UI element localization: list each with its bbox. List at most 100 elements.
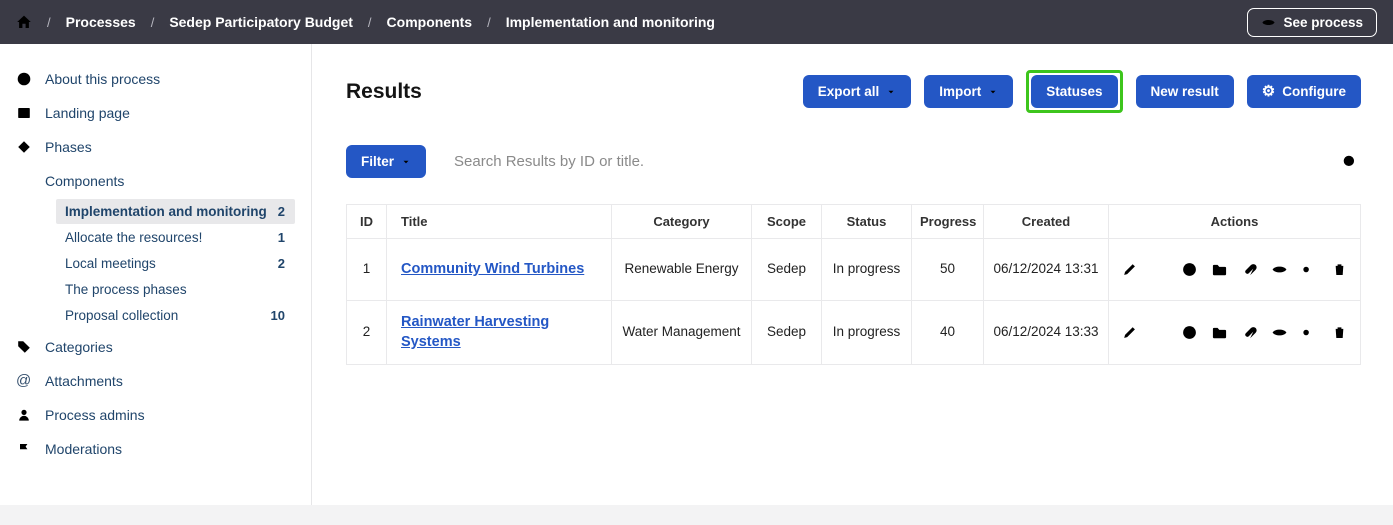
column-header-scope: Scope [752,205,822,239]
permissions-button[interactable] [1301,261,1318,278]
cell-created: 06/12/2024 13:33 [984,301,1109,365]
export-all-label: Export all [818,84,880,99]
folder-button[interactable] [1211,324,1228,341]
add-button[interactable] [1151,324,1168,341]
folder-icon [1211,261,1228,278]
breadcrumb-separator: / [151,15,155,30]
attachments-button[interactable] [1241,324,1258,341]
cell-id: 1 [347,239,387,301]
sidebar-item-label: Process admins [45,407,145,423]
chevron-down-icon [886,87,896,97]
preview-button[interactable] [1271,261,1288,278]
phases-icon [16,139,32,155]
breadcrumb-separator: / [368,15,372,30]
see-process-label: See process [1283,15,1363,30]
table-row: 2 Rainwater Harvesting Systems Water Man… [347,301,1361,365]
plus-icon [1151,261,1168,278]
trash-icon [1331,324,1348,341]
sidebar-subitem-the-process-phases[interactable]: The process phases [56,277,295,302]
cell-status: In progress [822,301,912,365]
edit-button[interactable] [1121,324,1138,341]
info-icon [16,71,32,87]
pencil-icon [1121,261,1138,278]
breadcrumb-item-processes[interactable]: Processes [66,14,136,30]
sidebar-subitem-label: Implementation and monitoring [65,204,267,219]
components-icon [16,173,32,189]
filter-button[interactable]: Filter [346,145,426,178]
cell-id: 2 [347,301,387,365]
cell-created: 06/12/2024 13:31 [984,239,1109,301]
column-header-actions: Actions [1109,205,1361,239]
delete-button[interactable] [1331,324,1348,341]
eye-icon [1271,324,1288,341]
result-title-link[interactable]: Rainwater Harvesting Systems [401,314,549,350]
sidebar-subitem-local-meetings[interactable]: Local meetings 2 [56,251,295,276]
new-result-button[interactable]: New result [1136,75,1234,108]
clock-icon [1181,324,1198,341]
main-content: Results Export all Import Statuses New r… [312,44,1393,505]
sidebar-subitem-proposal-collection[interactable]: Proposal collection 10 [56,303,295,328]
home-icon [16,14,32,30]
sidebar-item-attachments[interactable]: @ Attachments [0,364,311,398]
breadcrumb-item-components[interactable]: Components [387,14,473,30]
sidebar-subitem-implementation-and-monitoring[interactable]: Implementation and monitoring 2 [56,199,295,224]
import-button[interactable]: Import [924,75,1013,108]
breadcrumb: / Processes / Sedep Participatory Budget… [16,14,715,30]
key-icon [1301,261,1318,278]
new-result-label: New result [1151,84,1219,99]
configure-button[interactable]: ⚙ Configure [1247,75,1361,108]
sidebar-item-about[interactable]: About this process [0,62,311,96]
paperclip-icon [1241,261,1258,278]
results-table: ID Title Category Scope Status Progress … [346,204,1361,365]
grid-icon [16,105,32,121]
breadcrumb-item-process[interactable]: Sedep Participatory Budget [169,14,353,30]
folder-button[interactable] [1211,261,1228,278]
breadcrumb-item-current[interactable]: Implementation and monitoring [506,14,715,30]
sidebar-item-components[interactable]: Components [0,164,311,198]
sidebar-subitem-label: Local meetings [65,256,156,271]
sidebar-item-categories[interactable]: Categories [0,330,311,364]
sidebar-item-process-admins[interactable]: Process admins [0,398,311,432]
column-header-title: Title [387,205,612,239]
row-actions [1117,324,1352,341]
add-button[interactable] [1151,261,1168,278]
sidebar-subitem-allocate-the-resources[interactable]: Allocate the resources! 1 [56,225,295,250]
breadcrumb-home-link[interactable] [16,14,32,30]
sidebar-item-label: Moderations [45,441,122,457]
statuses-button[interactable]: Statuses [1031,75,1117,108]
count-badge: 10 [271,308,285,323]
see-process-button[interactable]: See process [1247,8,1377,37]
history-button[interactable] [1181,261,1198,278]
sidebar-item-label: Phases [45,139,92,155]
sidebar-item-landing-page[interactable]: Landing page [0,96,311,130]
import-label: Import [939,84,981,99]
edit-button[interactable] [1121,261,1138,278]
components-subnav: Implementation and monitoring 2 Allocate… [0,199,311,328]
result-title-link[interactable]: Community Wind Turbines [401,261,584,277]
folder-icon [1211,324,1228,341]
search-button[interactable] [1339,153,1361,171]
delete-button[interactable] [1331,261,1348,278]
sidebar-item-label: Components [45,173,124,189]
preview-button[interactable] [1271,324,1288,341]
attachments-button[interactable] [1241,261,1258,278]
cell-scope: Sedep [752,301,822,365]
permissions-button[interactable] [1301,324,1318,341]
sidebar-item-phases[interactable]: Phases [0,130,311,164]
history-button[interactable] [1181,324,1198,341]
sidebar-subitem-label: Proposal collection [65,308,178,323]
statuses-highlight-annotation: Statuses [1026,70,1122,113]
plus-icon [1151,324,1168,341]
trash-icon [1331,261,1348,278]
row-actions [1117,261,1352,278]
search-input[interactable] [452,152,1339,171]
person-icon [16,407,32,423]
clock-icon [1181,261,1198,278]
sidebar-item-moderations[interactable]: Moderations [0,432,311,466]
paperclip-icon [1241,324,1258,341]
cell-category: Renewable Energy [612,239,752,301]
breadcrumb-separator: / [487,15,491,30]
export-all-button[interactable]: Export all [803,75,912,108]
column-header-id: ID [347,205,387,239]
header-buttons: Export all Import Statuses New result ⚙ [803,70,1361,113]
